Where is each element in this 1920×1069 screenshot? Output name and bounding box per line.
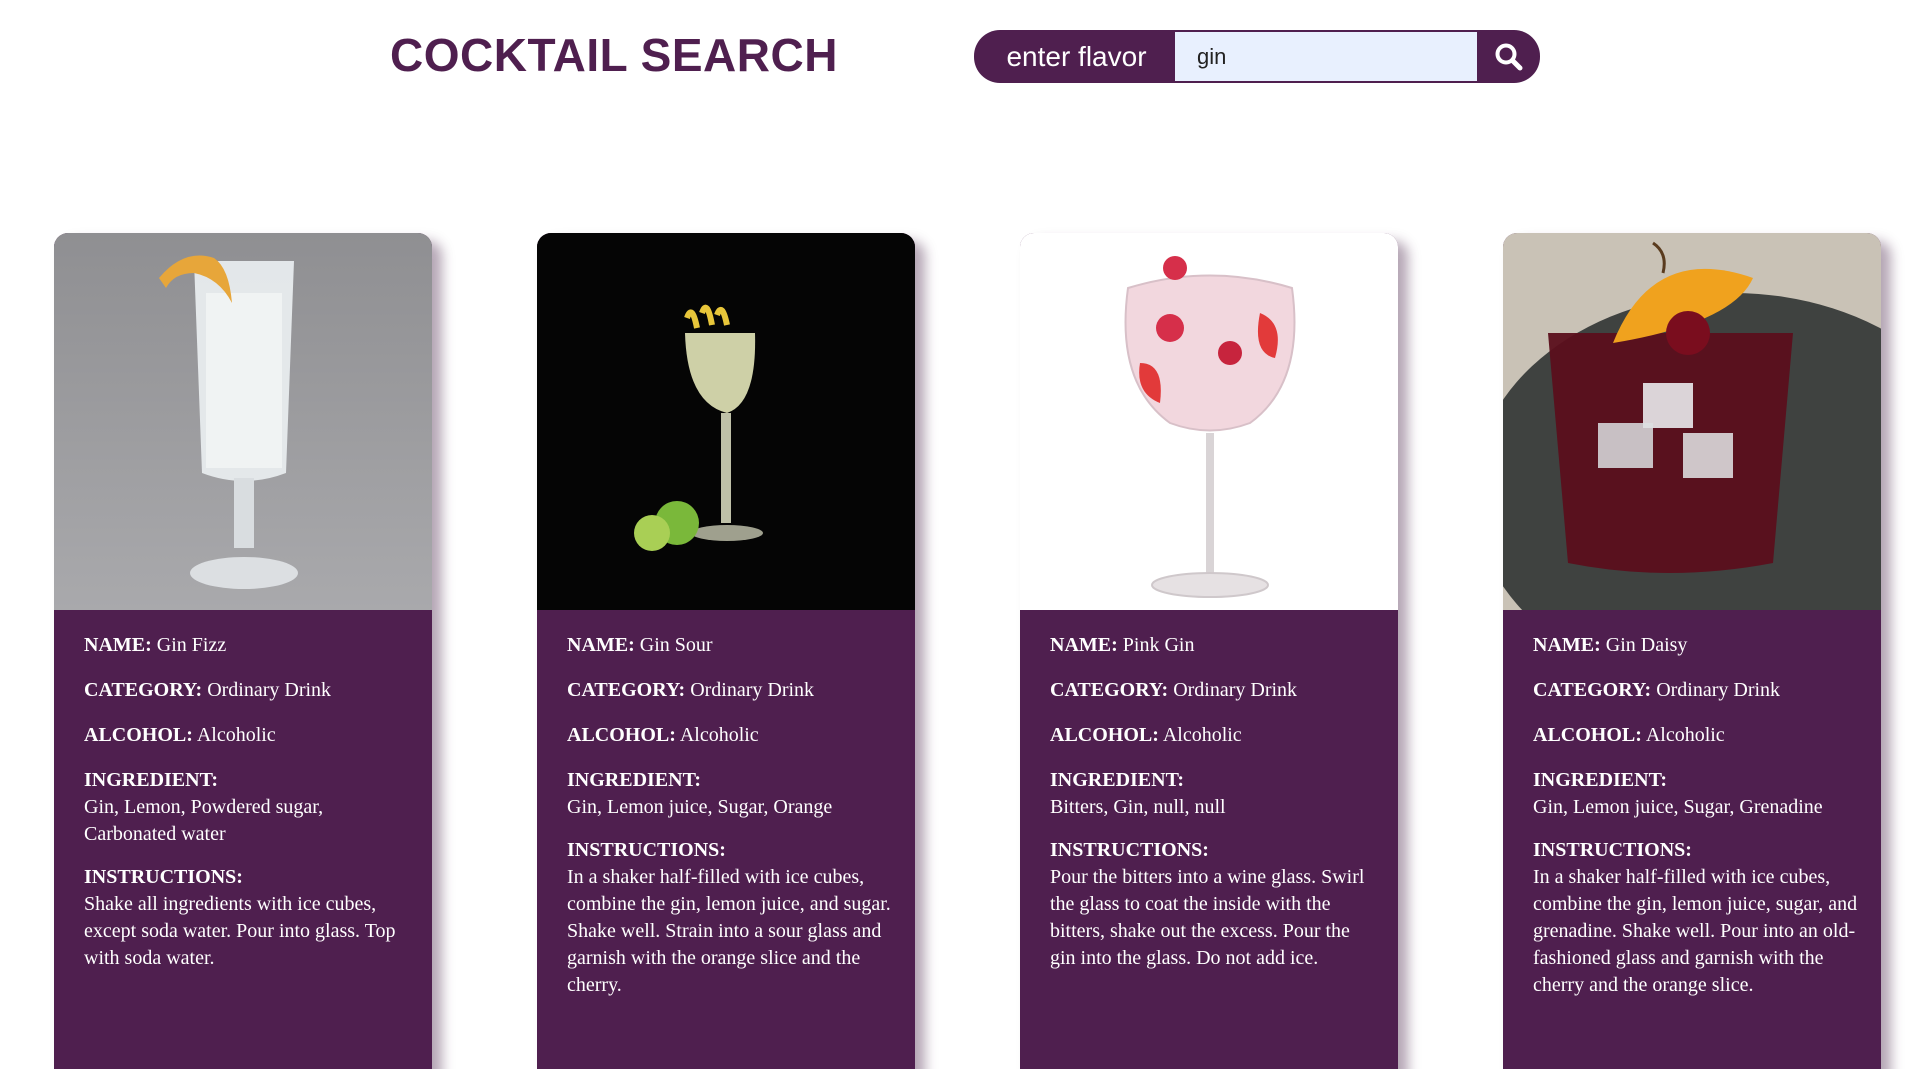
ingredient-label: INGREDIENT: xyxy=(567,769,702,791)
cocktail-image xyxy=(1020,233,1398,610)
alcohol-label: ALCOHOL: xyxy=(1533,724,1642,746)
ingredient-label: INGREDIENT: xyxy=(1533,769,1668,791)
cocktail-category: Ordinary Drink xyxy=(207,679,332,701)
cocktail-alcohol: Alcoholic xyxy=(1162,724,1242,746)
search-bar: enter flavor xyxy=(974,30,1540,83)
instructions-label: INSTRUCTIONS: xyxy=(1050,839,1209,861)
cocktail-category: Ordinary Drink xyxy=(1656,679,1781,701)
cocktail-name: Pink Gin xyxy=(1122,634,1195,656)
cocktail-category: Ordinary Drink xyxy=(1173,679,1298,701)
cocktail-card: NAME: Pink Gin CATEGORY: Ordinary Drink … xyxy=(1020,233,1398,1069)
alcohol-label: ALCOHOL: xyxy=(1050,724,1159,746)
cocktail-alcohol: Alcoholic xyxy=(1645,724,1725,746)
name-label: NAME: xyxy=(1533,634,1601,656)
ingredient-label: INGREDIENT: xyxy=(1050,769,1185,791)
cocktail-image xyxy=(1503,233,1881,610)
ingredient-label: INGREDIENT: xyxy=(84,769,219,791)
instructions-label: INSTRUCTIONS: xyxy=(84,866,243,888)
cocktail-card: NAME: Gin Daisy CATEGORY: Ordinary Drink… xyxy=(1503,233,1881,1069)
cocktail-ingredients: Gin, Lemon, Powdered sugar, Carbonated w… xyxy=(84,796,324,845)
cocktail-name: Gin Daisy xyxy=(1605,634,1688,656)
alcohol-label: ALCOHOL: xyxy=(567,724,676,746)
cocktail-name: Gin Sour xyxy=(639,634,713,656)
name-label: NAME: xyxy=(567,634,635,656)
instructions-label: INSTRUCTIONS: xyxy=(567,839,726,861)
search-button[interactable] xyxy=(1477,30,1540,83)
name-label: NAME: xyxy=(84,634,152,656)
cocktail-card: NAME: Gin Sour CATEGORY: Ordinary Drink … xyxy=(537,233,915,1069)
cocktail-name: Gin Fizz xyxy=(156,634,227,656)
page-title: COCKTAIL SEARCH xyxy=(390,29,838,81)
cocktail-alcohol: Alcoholic xyxy=(679,724,759,746)
instructions-label: INSTRUCTIONS: xyxy=(1533,839,1692,861)
cocktail-card: NAME: Gin Fizz CATEGORY: Ordinary Drink … xyxy=(54,233,432,1069)
search-icon xyxy=(1495,43,1522,70)
cocktail-category: Ordinary Drink xyxy=(690,679,815,701)
category-label: CATEGORY: xyxy=(1050,679,1169,701)
cocktail-instructions: In a shaker half-filled with ice cubes, … xyxy=(1533,866,1858,996)
cocktail-instructions: In a shaker half-filled with ice cubes, … xyxy=(567,866,891,996)
alcohol-label: ALCOHOL: xyxy=(84,724,193,746)
cocktail-instructions: Pour the bitters into a wine glass. Swir… xyxy=(1050,866,1365,969)
category-label: CATEGORY: xyxy=(84,679,203,701)
cocktail-image xyxy=(537,233,915,610)
search-input[interactable] xyxy=(1175,30,1477,83)
category-label: CATEGORY: xyxy=(1533,679,1652,701)
search-label: enter flavor xyxy=(974,30,1175,83)
cocktail-ingredients: Bitters, Gin, null, null xyxy=(1050,796,1226,818)
name-label: NAME: xyxy=(1050,634,1118,656)
category-label: CATEGORY: xyxy=(567,679,686,701)
cocktail-image xyxy=(54,233,432,610)
cocktail-instructions: Shake all ingredients with ice cubes, ex… xyxy=(84,893,396,969)
cocktail-ingredients: Gin, Lemon juice, Sugar, Orange xyxy=(567,796,833,818)
cocktail-ingredients: Gin, Lemon juice, Sugar, Grenadine xyxy=(1533,796,1823,818)
cocktail-alcohol: Alcoholic xyxy=(196,724,276,746)
